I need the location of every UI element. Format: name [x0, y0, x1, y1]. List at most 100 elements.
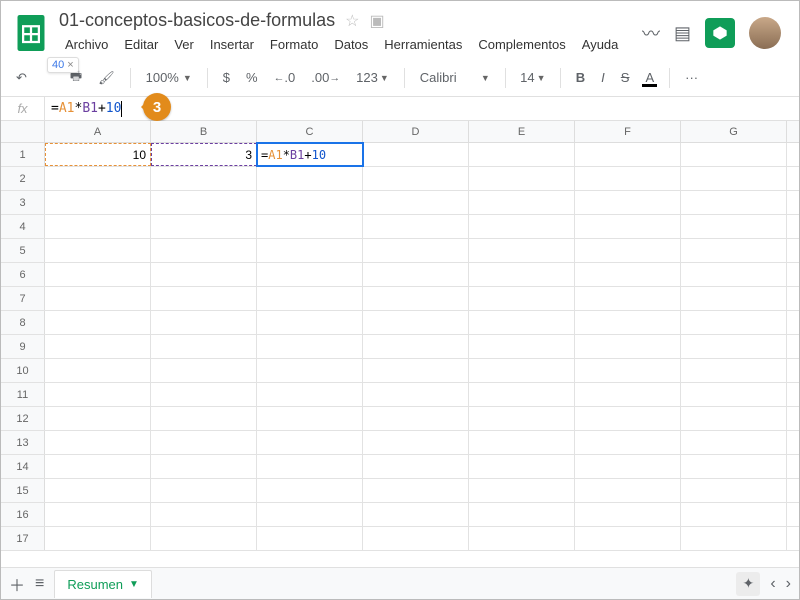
cell-A13[interactable]: [45, 431, 151, 454]
cell-E5[interactable]: [469, 239, 575, 262]
row-header[interactable]: 11: [1, 383, 45, 406]
cell-A4[interactable]: [45, 215, 151, 238]
cell-D6[interactable]: [363, 263, 469, 286]
cell-D5[interactable]: [363, 239, 469, 262]
col-header-g[interactable]: G: [681, 121, 787, 142]
cell-F3[interactable]: [575, 191, 681, 214]
cell-C2[interactable]: [257, 167, 363, 190]
cell-B4[interactable]: [151, 215, 257, 238]
cell-C14[interactable]: [257, 455, 363, 478]
cell-G14[interactable]: [681, 455, 787, 478]
fx-icon[interactable]: fx: [1, 97, 45, 120]
cell-D1[interactable]: [363, 143, 469, 166]
cell-A2[interactable]: [45, 167, 151, 190]
menu-ayuda[interactable]: Ayuda: [576, 33, 625, 56]
cell-B11[interactable]: [151, 383, 257, 406]
menu-archivo[interactable]: Archivo: [59, 33, 114, 56]
cell-A5[interactable]: [45, 239, 151, 262]
spreadsheet-grid[interactable]: A B C D E F G 1103=A1*B1+102345678910111…: [1, 121, 799, 567]
cell-E17[interactable]: [469, 527, 575, 550]
share-button[interactable]: [705, 18, 735, 48]
cell-G17[interactable]: [681, 527, 787, 550]
cell-D17[interactable]: [363, 527, 469, 550]
row-header[interactable]: 7: [1, 287, 45, 310]
cell-G3[interactable]: [681, 191, 787, 214]
cell-B15[interactable]: [151, 479, 257, 502]
cell-D3[interactable]: [363, 191, 469, 214]
cell-D11[interactable]: [363, 383, 469, 406]
cell-A12[interactable]: [45, 407, 151, 430]
document-title[interactable]: 01-conceptos-basicos-de-formulas: [59, 10, 335, 31]
cell-F11[interactable]: [575, 383, 681, 406]
cell-G7[interactable]: [681, 287, 787, 310]
italic-button[interactable]: I: [596, 66, 610, 89]
cell-G16[interactable]: [681, 503, 787, 526]
account-avatar[interactable]: [749, 17, 781, 49]
cell-B9[interactable]: [151, 335, 257, 358]
cell-F13[interactable]: [575, 431, 681, 454]
star-icon[interactable]: ☆: [345, 11, 359, 31]
cell-F9[interactable]: [575, 335, 681, 358]
cell-E11[interactable]: [469, 383, 575, 406]
cell-B1[interactable]: 3: [151, 143, 257, 166]
cell-D8[interactable]: [363, 311, 469, 334]
cell-E16[interactable]: [469, 503, 575, 526]
activity-icon[interactable]: 〰: [642, 20, 660, 46]
folder-icon[interactable]: ▣: [369, 11, 384, 31]
cell-D4[interactable]: [363, 215, 469, 238]
cell-F5[interactable]: [575, 239, 681, 262]
cell-C8[interactable]: [257, 311, 363, 334]
cell-D7[interactable]: [363, 287, 469, 310]
cell-B17[interactable]: [151, 527, 257, 550]
cell-A11[interactable]: [45, 383, 151, 406]
cell-C9[interactable]: [257, 335, 363, 358]
cell-G12[interactable]: [681, 407, 787, 430]
cell-B14[interactable]: [151, 455, 257, 478]
cell-C3[interactable]: [257, 191, 363, 214]
menu-editar[interactable]: Editar: [118, 33, 164, 56]
sheet-nav-left[interactable]: ‹: [770, 575, 775, 593]
cell-G6[interactable]: [681, 263, 787, 286]
cell-A9[interactable]: [45, 335, 151, 358]
cell-D16[interactable]: [363, 503, 469, 526]
cell-B13[interactable]: [151, 431, 257, 454]
sheet-nav-right[interactable]: ›: [786, 575, 791, 593]
cell-A16[interactable]: [45, 503, 151, 526]
cell-F1[interactable]: [575, 143, 681, 166]
col-header-d[interactable]: D: [363, 121, 469, 142]
row-header[interactable]: 13: [1, 431, 45, 454]
undo-button[interactable]: ↶: [11, 66, 32, 90]
sheet-tab-resumen[interactable]: Resumen ▼: [54, 570, 152, 598]
sheets-logo[interactable]: [11, 13, 51, 53]
cell-E10[interactable]: [469, 359, 575, 382]
currency-button[interactable]: $: [218, 66, 235, 89]
cell-G15[interactable]: [681, 479, 787, 502]
more-toolbar-button[interactable]: ···: [680, 66, 703, 89]
cell-A3[interactable]: [45, 191, 151, 214]
cell-E9[interactable]: [469, 335, 575, 358]
formula-input[interactable]: =A1*B1+10: [45, 101, 122, 117]
cell-C16[interactable]: [257, 503, 363, 526]
all-sheets-button[interactable]: ≡: [35, 575, 44, 593]
percent-button[interactable]: %: [241, 66, 263, 89]
chevron-down-icon[interactable]: ▼: [129, 579, 139, 590]
menu-datos[interactable]: Datos: [328, 33, 374, 56]
cell-B5[interactable]: [151, 239, 257, 262]
cell-F8[interactable]: [575, 311, 681, 334]
cell-G10[interactable]: [681, 359, 787, 382]
cell-C17[interactable]: [257, 527, 363, 550]
row-header[interactable]: 15: [1, 479, 45, 502]
row-header[interactable]: 17: [1, 527, 45, 550]
cell-B6[interactable]: [151, 263, 257, 286]
zoom-select[interactable]: 100%▼: [141, 66, 197, 89]
comments-icon[interactable]: ▤: [674, 23, 691, 44]
cell-C10[interactable]: [257, 359, 363, 382]
cell-G9[interactable]: [681, 335, 787, 358]
row-header[interactable]: 10: [1, 359, 45, 382]
row-header[interactable]: 3: [1, 191, 45, 214]
cell-E3[interactable]: [469, 191, 575, 214]
cell-D10[interactable]: [363, 359, 469, 382]
row-header[interactable]: 9: [1, 335, 45, 358]
menu-complementos[interactable]: Complementos: [472, 33, 571, 56]
cell-E12[interactable]: [469, 407, 575, 430]
